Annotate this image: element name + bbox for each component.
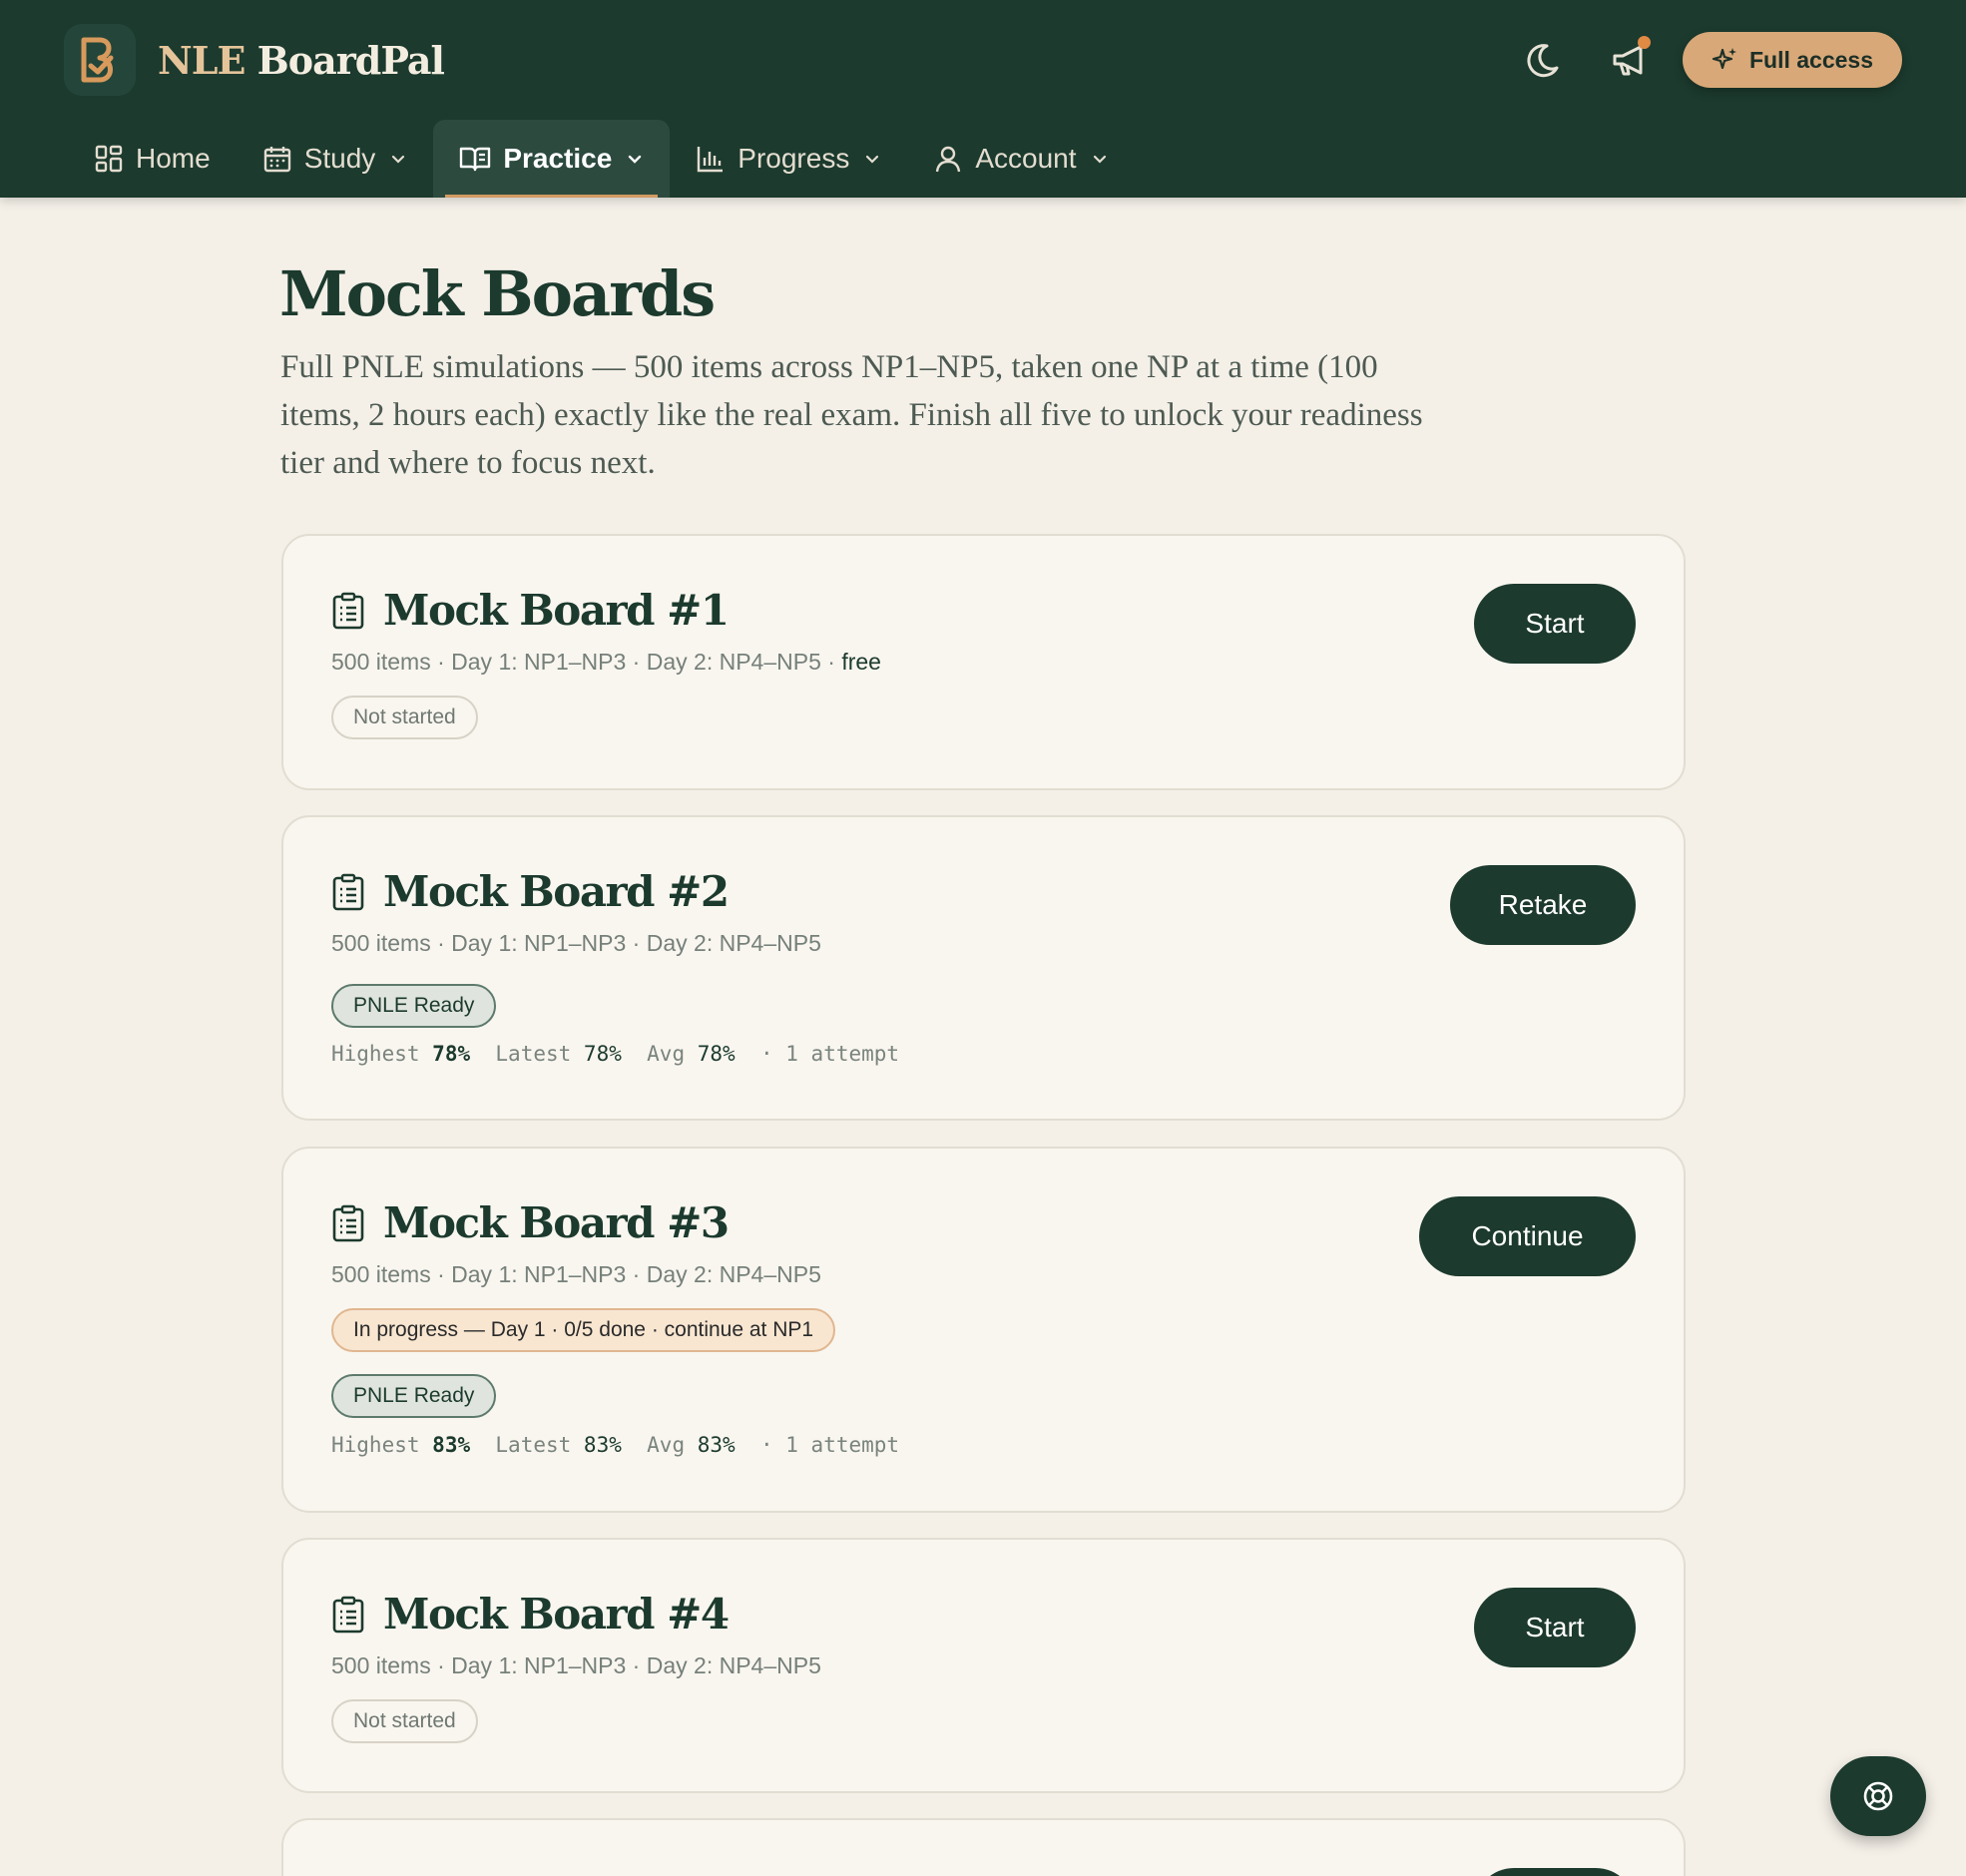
main-nav: Home Study Practice Progress Account (68, 120, 1135, 198)
card-meta: 500 items · Day 1: NP1–NP3 · Day 2: NP4–… (331, 1261, 821, 1287)
card-meta: 500 items · Day 1: NP1–NP3 · Day 2: NP4–… (331, 1652, 821, 1678)
latest-value: 83% (583, 1433, 622, 1457)
bar-chart-icon (698, 147, 724, 173)
top-header: NLE BoardPal Full access Home Study Prac… (0, 0, 1966, 198)
card-title: Mock Board #3 (383, 1198, 730, 1247)
nav-study-label: Study (303, 143, 376, 174)
b-check-logo-icon (64, 24, 136, 96)
retake-button[interactable]: Retake (1450, 865, 1636, 945)
brand-name: NLE BoardPal (158, 37, 445, 83)
status-badge: Not started (331, 696, 478, 739)
clipboard-icon (332, 1596, 364, 1633)
brand-title: BoardPal (245, 37, 445, 83)
start-button[interactable]: Start (1474, 1588, 1636, 1667)
chevron-down-icon (629, 155, 642, 164)
card-title: Mock Board #2 (383, 867, 730, 916)
chevron-down-icon (866, 155, 879, 164)
card-header: Mock Board #1 (331, 586, 730, 635)
card-meta-text: 500 items · Day 1: NP1–NP3 · Day 2: NP4–… (331, 649, 842, 675)
notification-dot (1638, 36, 1651, 49)
avg-label: Avg (647, 1433, 686, 1457)
brand-prefix: NLE (158, 37, 246, 83)
start-button[interactable]: Start (1474, 584, 1636, 664)
highest-value: 78% (432, 1042, 471, 1066)
card-header: Mock Board #2 (331, 867, 730, 916)
tier-badge: PNLE Ready (331, 1374, 497, 1418)
score-stats: Highest 78% Latest 78% Avg 78% · 1 attem… (331, 1042, 899, 1066)
avg-label: Avg (647, 1042, 686, 1066)
clipboard-icon (332, 592, 364, 629)
mock-board-card: Mock Board #1 500 items · Day 1: NP1–NP3… (281, 534, 1686, 790)
mock-board-card: Mock Board #2 500 items · Day 1: NP1–NP3… (281, 815, 1686, 1121)
calendar-icon (263, 147, 290, 173)
highest-label: Highest (331, 1042, 420, 1066)
attempts-count: · 1 attempt (759, 1042, 900, 1066)
megaphone-icon[interactable] (1607, 36, 1655, 84)
nav-account-label: Account (975, 143, 1077, 174)
status-badge: Not started (331, 1699, 478, 1743)
nav-progress-label: Progress (737, 143, 850, 174)
tier-badge: PNLE Ready (331, 984, 497, 1028)
free-label: free (841, 649, 881, 675)
grid-icon (95, 145, 123, 173)
card-title: Mock Board #4 (383, 1590, 730, 1639)
card-meta: 500 items · Day 1: NP1–NP3 · Day 2: NP4–… (331, 649, 881, 676)
card-title: Mock Board #1 (383, 586, 730, 635)
avg-value: 78% (697, 1042, 736, 1066)
card-meta: 500 items · Day 1: NP1–NP3 · Day 2: NP4–… (331, 930, 821, 956)
mock-board-card: Mock Board #3 500 items · Day 1: NP1–NP3… (281, 1147, 1686, 1513)
help-button[interactable] (1830, 1756, 1926, 1836)
attempts-count: · 1 attempt (759, 1433, 900, 1457)
full-access-label: Full access (1748, 46, 1874, 73)
nav-practice[interactable]: Practice (433, 120, 671, 198)
moon-icon[interactable] (1519, 36, 1567, 84)
mock-board-card (281, 1818, 1686, 1876)
lifebuoy-icon (1863, 1781, 1893, 1811)
clipboard-icon (332, 873, 364, 910)
latest-label: Latest (495, 1433, 572, 1457)
card-header: Mock Board #3 (331, 1198, 730, 1247)
open-book-icon (460, 147, 491, 172)
nav-account[interactable]: Account (907, 120, 1134, 198)
highest-label: Highest (331, 1433, 420, 1457)
mock-board-card: Mock Board #4 500 items · Day 1: NP1–NP3… (281, 1538, 1686, 1793)
continue-button[interactable]: Continue (1419, 1196, 1636, 1276)
sparkle-icon (1712, 48, 1736, 70)
nav-study[interactable]: Study (237, 120, 434, 198)
progress-badge: In progress — Day 1 · 0/5 done · continu… (331, 1308, 836, 1352)
clipboard-icon (332, 1204, 364, 1241)
latest-value: 78% (583, 1042, 622, 1066)
chevron-down-icon (1093, 155, 1106, 164)
card-header: Mock Board #4 (331, 1590, 730, 1639)
page-title: Mock Boards (279, 257, 716, 330)
nav-progress[interactable]: Progress (670, 120, 907, 198)
chevron-down-icon (392, 155, 405, 164)
nav-home-label: Home (136, 143, 211, 174)
latest-label: Latest (495, 1042, 572, 1066)
highest-value: 83% (432, 1433, 471, 1457)
start-button[interactable] (1474, 1868, 1636, 1876)
full-access-button[interactable]: Full access (1683, 32, 1902, 88)
nav-practice-label: Practice (503, 143, 613, 174)
score-stats: Highest 83% Latest 83% Avg 83% · 1 attem… (331, 1433, 899, 1457)
avg-value: 83% (697, 1433, 736, 1457)
page-description: Full PNLE simulations — 500 items across… (280, 349, 1423, 481)
nav-home[interactable]: Home (68, 120, 237, 198)
user-icon (936, 146, 961, 173)
brand[interactable]: NLE BoardPal (64, 22, 445, 98)
